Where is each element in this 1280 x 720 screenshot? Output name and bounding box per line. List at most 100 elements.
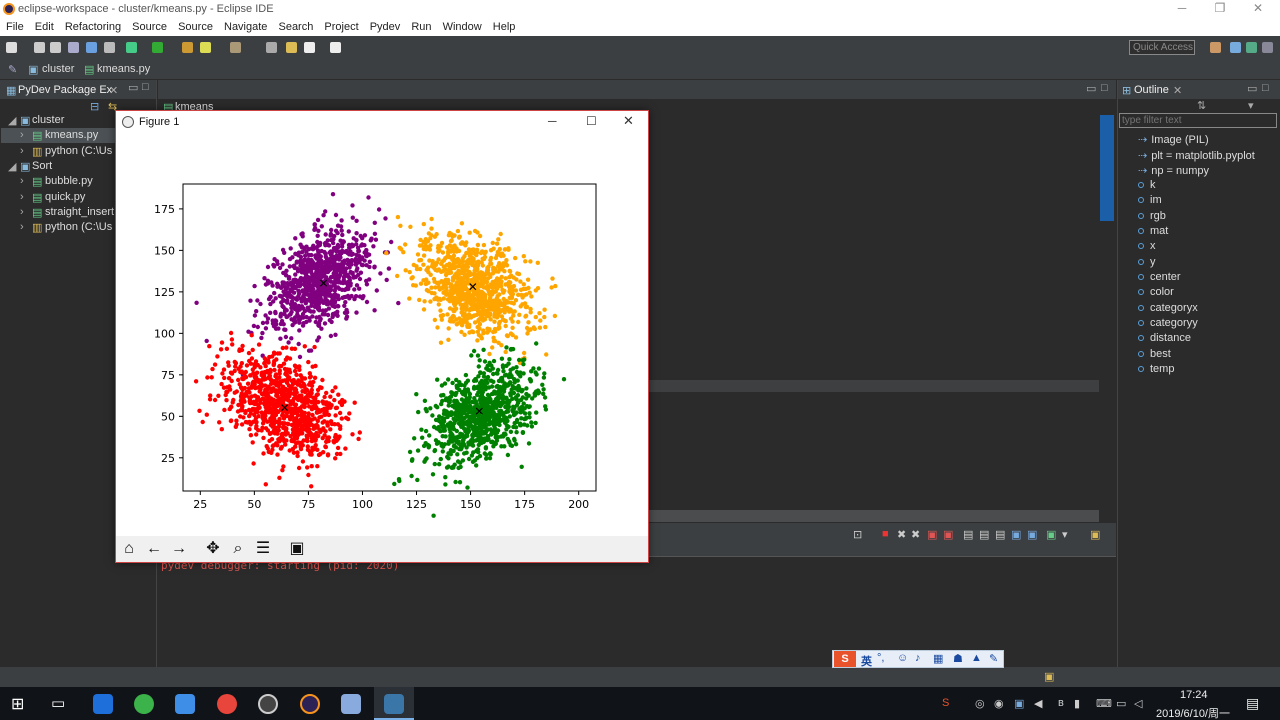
- outline-filter-input[interactable]: [1119, 113, 1277, 128]
- tree-item-cluster[interactable]: cluster: [32, 114, 64, 126]
- notes-icon[interactable]: [341, 694, 361, 714]
- tree-collapse-icon[interactable]: ›: [20, 206, 24, 218]
- configure-icon[interactable]: ☰: [252, 539, 274, 559]
- outline-item-variable[interactable]: k: [1138, 179, 1156, 191]
- terminal-icon[interactable]: [68, 42, 79, 53]
- close-view-icon[interactable]: ✕: [1173, 84, 1182, 97]
- menu-help[interactable]: Help: [493, 19, 516, 36]
- wechat-icon[interactable]: [134, 694, 154, 714]
- status-progress-icon[interactable]: ▣: [1044, 670, 1054, 683]
- highlight-icon[interactable]: [200, 42, 211, 53]
- menu-source-2[interactable]: Source: [178, 19, 213, 36]
- debug-icon[interactable]: [126, 42, 137, 53]
- toggle-icon[interactable]: [86, 42, 97, 53]
- outline-item-variable[interactable]: color: [1138, 286, 1174, 298]
- outline-item-variable[interactable]: center: [1138, 271, 1181, 283]
- display-console-icon[interactable]: ▣: [1027, 528, 1037, 541]
- console-menu-icon[interactable]: ▾: [1062, 528, 1068, 541]
- console-pin-icon[interactable]: ⊡: [853, 528, 862, 541]
- package-explorer-title[interactable]: PyDev Package Ex: [18, 84, 112, 96]
- python-icon[interactable]: [384, 694, 404, 714]
- tree-item-sort[interactable]: Sort: [32, 160, 52, 172]
- tree-collapse-icon[interactable]: ›: [20, 129, 24, 141]
- tree-collapse-icon[interactable]: ›: [20, 191, 24, 203]
- menu-pydev[interactable]: Pydev: [370, 19, 401, 36]
- menu-run[interactable]: Run: [411, 19, 431, 36]
- tree-item-straight-insert[interactable]: straight_insert: [45, 206, 114, 218]
- settings-icon[interactable]: ✎: [989, 652, 998, 665]
- tree-collapse-icon[interactable]: ›: [20, 175, 24, 187]
- bluetooth-icon[interactable]: ʙ: [1058, 697, 1064, 709]
- notification-icon[interactable]: ▤: [1246, 695, 1259, 712]
- outline-item-variable[interactable]: y: [1138, 256, 1156, 268]
- emoji-icon[interactable]: ☺: [897, 652, 908, 664]
- annotation-icon[interactable]: [230, 42, 241, 53]
- tree-item-bubble[interactable]: bubble.py: [45, 175, 93, 187]
- tree-item-python[interactable]: python (C:\Us: [45, 145, 112, 157]
- forward-icon[interactable]: →: [168, 539, 190, 559]
- skin-icon[interactable]: ▲: [971, 652, 982, 664]
- tray-app-icon[interactable]: ▣: [1014, 697, 1024, 710]
- run-icon[interactable]: [152, 42, 163, 53]
- outline-item-variable[interactable]: best: [1138, 348, 1171, 360]
- quick-access-input[interactable]: Quick Access: [1129, 40, 1195, 55]
- editor-vertical-scrollbar[interactable]: [1100, 115, 1114, 221]
- sort-icon[interactable]: ⇅: [1197, 99, 1206, 112]
- clock-time[interactable]: 17:24: [1180, 689, 1208, 701]
- show-on-output-icon[interactable]: ▤: [979, 528, 989, 541]
- outline-item-variable[interactable]: categoryy: [1138, 317, 1198, 329]
- punctuation-icon[interactable]: °,: [877, 652, 884, 664]
- outline-item-variable[interactable]: im: [1138, 194, 1162, 206]
- tree-expand-icon[interactable]: ◢: [8, 160, 16, 173]
- menu-project[interactable]: Project: [324, 19, 358, 36]
- minimize-view-icon[interactable]: ▭: [128, 81, 138, 94]
- breadcrumb-file[interactable]: kmeans.py: [97, 63, 150, 75]
- home-icon[interactable]: ⌂: [118, 539, 140, 559]
- tray-github-icon[interactable]: ◎: [975, 697, 985, 710]
- eclipse-icon[interactable]: [300, 694, 320, 714]
- outline-menu-icon[interactable]: ▾: [1248, 99, 1254, 112]
- word-wrap-icon[interactable]: ▤: [963, 528, 973, 541]
- back-icon[interactable]: ←: [143, 539, 165, 559]
- breadcrumb-project[interactable]: cluster: [42, 63, 74, 75]
- zoom-icon[interactable]: ⌕: [227, 539, 249, 559]
- figure-maximize-button[interactable]: ☐: [586, 114, 597, 128]
- outline-item-variable[interactable]: mat: [1138, 225, 1168, 237]
- chrome-icon[interactable]: [217, 694, 237, 714]
- forward-nav-icon[interactable]: [330, 42, 341, 53]
- tray-sogou-icon[interactable]: S: [942, 697, 949, 709]
- outline-item-variable[interactable]: rgb: [1138, 210, 1166, 222]
- tray-qq-icon[interactable]: ◉: [994, 697, 1004, 710]
- new-console-icon[interactable]: ▣: [1046, 528, 1056, 541]
- outline-title[interactable]: Outline: [1134, 84, 1169, 96]
- tree-item-kmeans[interactable]: kmeans.py: [45, 129, 98, 141]
- perspective-debug-icon[interactable]: [1262, 42, 1273, 53]
- sogou-icon[interactable]: S: [834, 651, 856, 667]
- new-icon[interactable]: [6, 42, 17, 53]
- mark-icon[interactable]: [266, 42, 277, 53]
- qq-icon[interactable]: [175, 694, 195, 714]
- maximize-view-icon[interactable]: □: [142, 81, 149, 93]
- outline-item-variable[interactable]: categoryx: [1138, 302, 1198, 314]
- close-view-icon[interactable]: ✕: [109, 84, 118, 97]
- menu-refactoring[interactable]: Refactoring: [65, 19, 121, 36]
- scatter-chart[interactable]: ✕ ✕ ✕ ✕ 25 50 75 100 125 150 175 200 25 50 75 100 125 150…: [116, 135, 648, 535]
- windows-start-icon[interactable]: ⊞: [11, 694, 24, 714]
- tree-expand-icon[interactable]: ◢: [8, 114, 16, 127]
- keyboard-icon[interactable]: ▦: [933, 652, 943, 665]
- maximize-view-icon[interactable]: □: [1262, 82, 1269, 94]
- tray-arrow-icon[interactable]: ▮: [1074, 697, 1080, 710]
- outline-item-import[interactable]: ⇢ np = numpy: [1138, 164, 1209, 177]
- terminate-icon[interactable]: ■: [882, 528, 889, 540]
- clear-console-icon[interactable]: ▣: [927, 528, 937, 541]
- figure-close-button[interactable]: ✕: [623, 113, 634, 129]
- save-icon[interactable]: [34, 42, 45, 53]
- menu-search[interactable]: Search: [278, 19, 313, 36]
- pan-icon[interactable]: ✥: [202, 539, 224, 559]
- outline-item-variable[interactable]: distance: [1138, 332, 1191, 344]
- save-icon[interactable]: ▣: [286, 539, 308, 559]
- editor-minimize-icon[interactable]: ▭: [1086, 82, 1096, 95]
- tray-arrow-icon[interactable]: ◀: [1034, 697, 1042, 710]
- github-icon[interactable]: [258, 694, 278, 714]
- perspective-pydev-icon[interactable]: [1246, 42, 1257, 53]
